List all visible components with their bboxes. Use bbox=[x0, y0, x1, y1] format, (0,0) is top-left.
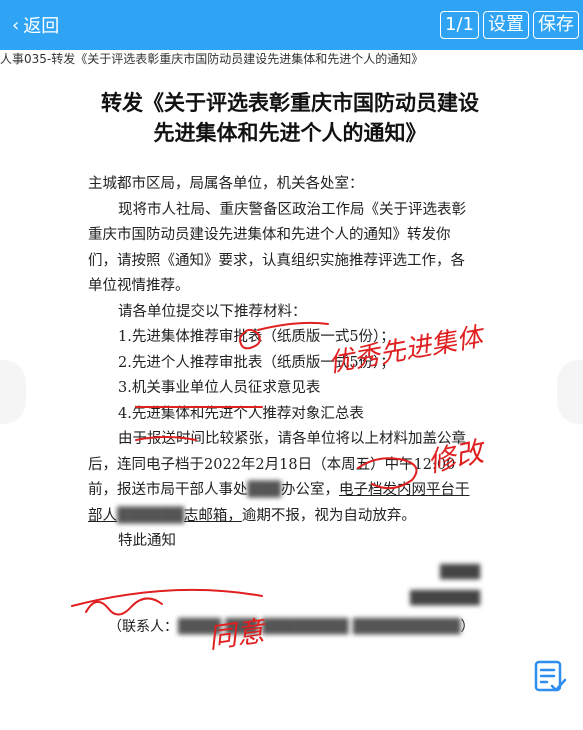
body-line: 由于报送时间比较紧张，请各单位将以上材料加盖公章 bbox=[118, 431, 466, 447]
page-indicator[interactable]: 1/1 bbox=[440, 11, 479, 39]
body-line: 3.机关事业单位人员征求意见表 bbox=[118, 380, 321, 396]
redacted-text: ████ ███ ████████ ██████████ bbox=[178, 619, 461, 635]
body-line: 部人██████志邮箱，逾期不报，视为自动放弃。 bbox=[88, 504, 508, 530]
body-line: 单位视情推荐。 bbox=[88, 278, 190, 294]
body-line-part: 逾期不报，视为自动放弃。 bbox=[241, 507, 416, 524]
contact-line: （联系人：████ ███ ████████ ██████████） bbox=[108, 616, 475, 636]
title-line-2: 先进集体和先进个人的通知》 bbox=[153, 120, 427, 145]
redacted-text: ██████ bbox=[117, 507, 184, 524]
body-line: 4.先进集体和先进个人推荐对象汇总表 bbox=[118, 405, 364, 422]
document-body: 主城都市区局，局属各单位，机关各处室： 现将市人社局、重庆警备区政治工作局《关于… bbox=[88, 172, 508, 555]
back-label: 返回 bbox=[23, 16, 60, 37]
body-line: 后，连同电子档于2022年2月18日（本周五）中午12:00 bbox=[88, 456, 456, 473]
body-line: 重庆市国防动员建设先进集体和先进个人的通知》转发你 bbox=[88, 227, 451, 243]
prev-page-area[interactable] bbox=[0, 360, 26, 424]
document-filename: 人事035-转发《关于评选表彰重庆市国防动员建设先进集体和先进个人的通知》 bbox=[0, 52, 424, 66]
signature-block: ████ ███████ bbox=[330, 560, 480, 612]
next-page-area[interactable] bbox=[557, 360, 583, 424]
chevron-left-icon: ‹ bbox=[12, 14, 20, 36]
save-button[interactable]: 保存 bbox=[533, 11, 579, 39]
document-title: 转发《关于评选表彰重庆市国防动员建设 先进集体和先进个人的通知》 bbox=[40, 88, 540, 148]
body-line: 主城都市区局，局属各单位，机关各处室： bbox=[88, 176, 364, 192]
body-line: 们，请按照《通知》要求，认真组织实施推荐评选工作，各 bbox=[88, 252, 465, 269]
body-line-part: 前，报送市局干部人事处 bbox=[88, 482, 248, 498]
body-line-part: 电子档发内网平台干 bbox=[338, 482, 470, 498]
body-line: 现将市人社局、重庆警备区政治工作局《关于评选表彰 bbox=[118, 201, 466, 218]
body-line-part: 办公室， bbox=[280, 482, 339, 498]
title-line-1: 转发《关于评选表彰重庆市国防动员建设 bbox=[101, 90, 479, 115]
redacted-text: ███████ bbox=[410, 591, 480, 606]
toolbar-actions: 1/1 设置 保存 bbox=[440, 11, 583, 39]
body-line: 特此通知 bbox=[118, 533, 176, 549]
contact-suffix: ） bbox=[460, 619, 475, 635]
redacted-text: ███ bbox=[247, 482, 281, 498]
redacted-text: ████ bbox=[440, 565, 480, 580]
body-line: 请各单位提交以下推荐材料： bbox=[118, 303, 307, 320]
body-line-part: 志邮箱， bbox=[183, 507, 242, 524]
body-line: 2.先进个人推荐审批表（纸质版一式5份）； bbox=[118, 354, 395, 371]
approval-list-icon[interactable] bbox=[532, 658, 570, 696]
body-line-part: 部人 bbox=[88, 507, 117, 524]
body-line: 1.先进集体推荐审批表（纸质版一式5份）； bbox=[118, 329, 395, 345]
contact-prefix: （联系人： bbox=[108, 619, 178, 635]
body-line: 前，报送市局干部人事处███办公室，电子档发内网平台干 bbox=[88, 478, 508, 504]
settings-button[interactable]: 设置 bbox=[483, 11, 529, 39]
top-toolbar: ‹ 返回 1/1 设置 保存 bbox=[0, 0, 583, 50]
back-button[interactable]: ‹ 返回 bbox=[0, 12, 59, 38]
